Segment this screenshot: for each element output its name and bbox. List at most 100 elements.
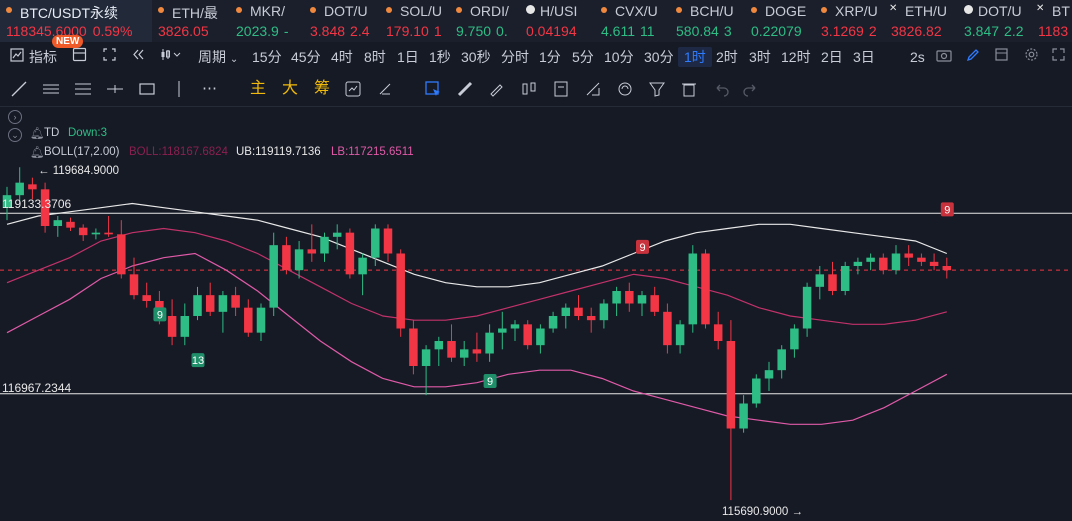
trash-icon[interactable] (680, 80, 698, 103)
interval-9[interactable]: 5分 (572, 47, 594, 67)
camera-icon[interactable] (936, 47, 952, 67)
candle-body (66, 221, 75, 228)
candle-body (853, 261, 863, 266)
interval-5[interactable]: 1秒 (429, 47, 451, 67)
candlestick-chart[interactable]: 9 13 9 9 9 (0, 106, 1072, 521)
refresh-rate-label[interactable]: 2s (910, 47, 925, 67)
rewind-icon[interactable] (131, 47, 146, 67)
ticker-bar: BTC/USDT永续 118345.6000 0.59% ETH/最 3826.05 MK… (0, 0, 1072, 43)
candle-tool-icon[interactable] (520, 80, 538, 103)
interval-10[interactable]: 10分 (604, 47, 634, 67)
cursor-select-icon[interactable] (424, 80, 442, 103)
ticker-symbol: CVX/U (615, 3, 658, 19)
ticker-item[interactable]: ETH/最 3826.05 (152, 0, 230, 42)
coin-icon (964, 5, 973, 14)
note-icon[interactable] (552, 80, 570, 103)
filter-icon[interactable] (648, 80, 666, 103)
candle-body (91, 232, 101, 235)
period-dropdown[interactable]: 周期 ⌄ (198, 47, 238, 70)
price-chart[interactable]: 9 13 9 9 9 › ⌄ 🔔︎ TD Down:3 🔔︎ BOLL(17,2.00)… (0, 106, 1072, 521)
sync-icon[interactable] (344, 80, 362, 103)
ticker-price: 3826.82 (891, 23, 942, 39)
candle-body (256, 307, 266, 333)
ticker-price-value: 580.84 (676, 23, 719, 39)
collapse-panel-icon[interactable]: ⌄ (8, 128, 22, 142)
boll-upper-band (6, 202, 948, 288)
interval-4[interactable]: 1日 (397, 47, 419, 67)
ruler-icon[interactable] (456, 80, 474, 103)
interval-13[interactable]: 2时 (716, 47, 738, 67)
ticker-item[interactable]: MKR/2023.9- (230, 0, 304, 42)
ticker-item[interactable]: SOL/U 179.10 1 (380, 0, 450, 42)
pencil-icon[interactable] (966, 47, 981, 67)
candle-body (866, 257, 875, 262)
ticker-symbol: DOT/U (978, 3, 1022, 19)
line-tool-icon[interactable] (10, 80, 28, 103)
ticker-item[interactable]: ✕ BT 1183 (1032, 0, 1072, 42)
fib-tool-icon[interactable] (74, 80, 92, 103)
lock-icon[interactable] (616, 80, 634, 103)
more-tools-icon[interactable]: ⋯ (202, 80, 217, 98)
fullscreen-icon[interactable] (1051, 47, 1066, 67)
interval-16[interactable]: 2日 (821, 47, 843, 67)
indicators-button[interactable]: 指标 (29, 47, 57, 67)
interval-12[interactable]: 1时 (678, 47, 712, 67)
channel-tool-icon[interactable] (42, 80, 60, 103)
main-chart-button[interactable]: 主 (250, 80, 266, 98)
interval-6[interactable]: 30秒 (461, 47, 491, 67)
ticker-item[interactable]: BCH/U 580.84 3 (670, 0, 745, 42)
capture-icon[interactable] (102, 47, 117, 67)
magnet-icon[interactable] (376, 80, 394, 103)
boll-mid-value: BOLL:118167.6824 (129, 146, 228, 158)
settings-gear-icon[interactable] (1024, 47, 1039, 67)
layout-icon[interactable] (72, 47, 87, 67)
template-icon[interactable] (994, 47, 1009, 67)
candle-body (637, 295, 647, 304)
interval-17[interactable]: 3日 (853, 47, 875, 67)
interval-2[interactable]: 4时 (331, 47, 353, 67)
coin-icon (310, 7, 316, 13)
interval-0[interactable]: 15分 (252, 47, 282, 67)
candle-body (764, 370, 774, 379)
ticker-item[interactable]: DOT/U 3.847 2.2 (958, 0, 1032, 42)
vertical-line-tool-icon[interactable] (170, 80, 188, 103)
bell-icon-boll[interactable]: 🔔︎ (30, 145, 45, 159)
indicator-icon[interactable] (10, 47, 24, 67)
ticker-item[interactable]: DOT/U 3.848 2.4 (304, 0, 380, 42)
ticker-symbol: SOL/U (400, 3, 443, 19)
crossline-tool-icon[interactable] (106, 80, 124, 103)
candle-body (167, 316, 177, 337)
undo-icon[interactable] (712, 80, 730, 103)
ticker-item[interactable]: DOGE 0.22079 (745, 0, 815, 42)
candle-body (777, 349, 786, 371)
interval-11[interactable]: 30分 (644, 47, 674, 67)
bell-icon-td[interactable]: 🔔︎ (30, 126, 45, 140)
interval-3[interactable]: 8时 (364, 47, 386, 67)
interval-1[interactable]: 45分 (291, 47, 321, 67)
interval-15[interactable]: 12时 (781, 47, 811, 67)
rectangle-tool-icon[interactable] (138, 80, 156, 103)
ticker-item[interactable]: CVX/U 4.611 11 (595, 0, 670, 42)
chart-type-icon[interactable] (160, 47, 182, 67)
ticker-item[interactable]: H/USI 0.04194 (520, 0, 595, 42)
measure-icon[interactable] (584, 80, 602, 103)
candle-body (739, 403, 748, 429)
candle-body (231, 295, 240, 308)
brush-icon[interactable] (488, 80, 506, 103)
candle-body (675, 324, 685, 346)
candle-body (574, 307, 583, 316)
interval-14[interactable]: 3时 (749, 47, 771, 67)
candle-body (409, 328, 418, 366)
ticker-price-value: 3.848 (310, 23, 346, 39)
ticker-item[interactable]: XRP/U 3.1269 2 (815, 0, 885, 42)
interval-8[interactable]: 1分 (539, 47, 561, 67)
ticker-item[interactable]: ✕ ETH/U 3826.82 (885, 0, 958, 42)
redo-icon[interactable] (742, 80, 760, 103)
interval-7[interactable]: 分时 (501, 47, 529, 67)
chip-distribution-button[interactable]: 筹 (314, 80, 330, 98)
expand-panel-icon[interactable]: › (8, 110, 22, 124)
ticker-item[interactable]: ORDI/9.750 0. (450, 0, 520, 42)
candle-body (28, 184, 37, 190)
low-price-marker: 115690.9000 → (722, 506, 803, 518)
large-order-button[interactable]: 大 (282, 80, 298, 98)
